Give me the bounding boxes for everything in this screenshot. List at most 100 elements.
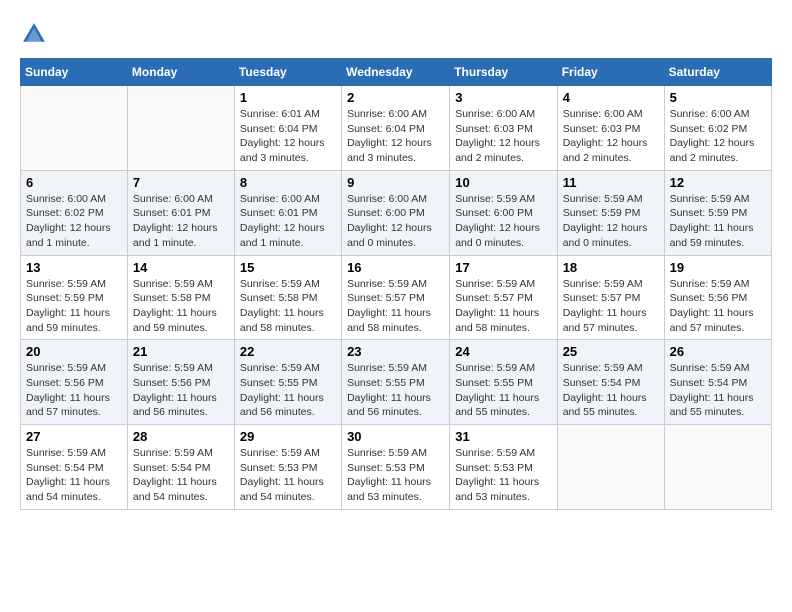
calendar-cell [557,425,664,510]
day-info: Sunrise: 5:59 AM Sunset: 6:00 PM Dayligh… [455,192,551,251]
calendar-cell: 31Sunrise: 5:59 AM Sunset: 5:53 PM Dayli… [450,425,557,510]
day-number: 27 [26,429,122,444]
day-number: 23 [347,344,444,359]
day-info: Sunrise: 6:00 AM Sunset: 6:01 PM Dayligh… [240,192,336,251]
calendar-cell: 23 Sunrise: 5:59 AM Sunset: 5:55 PM Dayli… [342,340,450,425]
day-info: Sunrise: 5:59 AM Sunset: 5:55 PM Dayligh… [240,361,336,420]
day-info: Sunrise: 5:59 AM Sunset: 5:59 PM Dayligh… [26,277,122,336]
calendar-cell: 17Sunrise: 5:59 AM Sunset: 5:57 PM Dayli… [450,255,557,340]
day-number: 22 [240,344,336,359]
day-number: 9 [347,175,444,190]
day-info: Sunrise: 5:59 AM Sunset: 5:55 PM Dayligh… [347,361,444,420]
calendar-cell: 26 Sunrise: 5:59 AM Sunset: 5:54 PM Dayli… [664,340,771,425]
day-number: 28 [133,429,229,444]
day-info: Sunrise: 6:00 AM Sunset: 6:02 PM Dayligh… [26,192,122,251]
day-number: 8 [240,175,336,190]
calendar-header: SundayMondayTuesdayWednesdayThursdayFrid… [21,59,772,86]
calendar-cell: 18 Sunrise: 5:59 AM Sunset: 5:57 PM Dayli… [557,255,664,340]
calendar-cell: 14Sunrise: 5:59 AM Sunset: 5:58 PM Dayli… [127,255,234,340]
calendar-cell: 7 Sunrise: 6:00 AM Sunset: 6:01 PM Daylig… [127,170,234,255]
calendar-cell: 20 Sunrise: 5:59 AM Sunset: 5:56 PM Dayli… [21,340,128,425]
day-info: Sunrise: 5:59 AM Sunset: 5:55 PM Dayligh… [455,361,551,420]
day-info: Sunrise: 5:59 AM Sunset: 5:57 PM Dayligh… [347,277,444,336]
day-info: Sunrise: 6:00 AM Sunset: 6:04 PM Dayligh… [347,107,444,166]
calendar-week-row: 6 Sunrise: 6:00 AM Sunset: 6:02 PM Daylig… [21,170,772,255]
calendar-cell: 11 Sunrise: 5:59 AM Sunset: 5:59 PM Dayli… [557,170,664,255]
day-info: Sunrise: 6:01 AM Sunset: 6:04 PM Dayligh… [240,107,336,166]
header-row: SundayMondayTuesdayWednesdayThursdayFrid… [21,59,772,86]
calendar-week-row: 1 Sunrise: 6:01 AM Sunset: 6:04 PM Daylig… [21,86,772,171]
calendar-cell: 15 Sunrise: 5:59 AM Sunset: 5:58 PM Dayli… [234,255,341,340]
calendar-table: SundayMondayTuesdayWednesdayThursdayFrid… [20,58,772,510]
day-number: 5 [670,90,766,105]
day-info: Sunrise: 5:59 AM Sunset: 5:58 PM Dayligh… [240,277,336,336]
calendar-cell: 21Sunrise: 5:59 AM Sunset: 5:56 PM Dayli… [127,340,234,425]
day-number: 10 [455,175,551,190]
day-number: 7 [133,175,229,190]
calendar-cell: 30 Sunrise: 5:59 AM Sunset: 5:53 PM Dayli… [342,425,450,510]
day-number: 21 [133,344,229,359]
day-info: Sunrise: 6:00 AM Sunset: 6:01 PM Dayligh… [133,192,229,251]
calendar-cell: 5 Sunrise: 6:00 AM Sunset: 6:02 PM Daylig… [664,86,771,171]
day-info: Sunrise: 5:59 AM Sunset: 5:59 PM Dayligh… [563,192,659,251]
calendar-cell: 1 Sunrise: 6:01 AM Sunset: 6:04 PM Daylig… [234,86,341,171]
calendar-cell: 16 Sunrise: 5:59 AM Sunset: 5:57 PM Dayli… [342,255,450,340]
calendar-body: 1 Sunrise: 6:01 AM Sunset: 6:04 PM Daylig… [21,86,772,510]
calendar-cell: 22 Sunrise: 5:59 AM Sunset: 5:55 PM Dayli… [234,340,341,425]
calendar-cell: 6 Sunrise: 6:00 AM Sunset: 6:02 PM Daylig… [21,170,128,255]
calendar-cell: 4 Sunrise: 6:00 AM Sunset: 6:03 PM Daylig… [557,86,664,171]
day-number: 13 [26,260,122,275]
weekday-header: Wednesday [342,59,450,86]
calendar-cell [21,86,128,171]
calendar-week-row: 13 Sunrise: 5:59 AM Sunset: 5:59 PM Dayli… [21,255,772,340]
day-info: Sunrise: 5:59 AM Sunset: 5:56 PM Dayligh… [26,361,122,420]
calendar-week-row: 20 Sunrise: 5:59 AM Sunset: 5:56 PM Dayli… [21,340,772,425]
calendar-cell: 25Sunrise: 5:59 AM Sunset: 5:54 PM Dayli… [557,340,664,425]
day-info: Sunrise: 5:59 AM Sunset: 5:54 PM Dayligh… [26,446,122,505]
calendar-cell: 13 Sunrise: 5:59 AM Sunset: 5:59 PM Dayli… [21,255,128,340]
calendar-cell [127,86,234,171]
weekday-header: Saturday [664,59,771,86]
day-info: Sunrise: 5:59 AM Sunset: 5:53 PM Dayligh… [347,446,444,505]
calendar-cell: 10 Sunrise: 5:59 AM Sunset: 6:00 PM Dayli… [450,170,557,255]
day-number: 18 [563,260,659,275]
day-number: 11 [563,175,659,190]
weekday-header: Friday [557,59,664,86]
day-info: Sunrise: 6:00 AM Sunset: 6:03 PM Dayligh… [563,107,659,166]
calendar-cell: 9 Sunrise: 6:00 AM Sunset: 6:00 PM Daylig… [342,170,450,255]
weekday-header: Monday [127,59,234,86]
day-number: 2 [347,90,444,105]
day-info: Sunrise: 5:59 AM Sunset: 5:59 PM Dayligh… [670,192,766,251]
day-number: 4 [563,90,659,105]
day-number: 15 [240,260,336,275]
day-number: 1 [240,90,336,105]
page-header [20,20,772,48]
day-number: 3 [455,90,551,105]
day-number: 14 [133,260,229,275]
day-info: Sunrise: 6:00 AM Sunset: 6:03 PM Dayligh… [455,107,551,166]
day-number: 20 [26,344,122,359]
calendar-cell: 29Sunrise: 5:59 AM Sunset: 5:53 PM Dayli… [234,425,341,510]
day-number: 30 [347,429,444,444]
day-number: 12 [670,175,766,190]
day-number: 24 [455,344,551,359]
day-info: Sunrise: 5:59 AM Sunset: 5:57 PM Dayligh… [563,277,659,336]
day-number: 26 [670,344,766,359]
calendar-cell: 3 Sunrise: 6:00 AM Sunset: 6:03 PM Daylig… [450,86,557,171]
day-info: Sunrise: 5:59 AM Sunset: 5:54 PM Dayligh… [133,446,229,505]
day-info: Sunrise: 5:59 AM Sunset: 5:54 PM Dayligh… [563,361,659,420]
weekday-header: Thursday [450,59,557,86]
day-info: Sunrise: 6:00 AM Sunset: 6:02 PM Dayligh… [670,107,766,166]
calendar-cell: 27 Sunrise: 5:59 AM Sunset: 5:54 PM Dayli… [21,425,128,510]
weekday-header: Tuesday [234,59,341,86]
day-info: Sunrise: 5:59 AM Sunset: 5:54 PM Dayligh… [670,361,766,420]
day-number: 16 [347,260,444,275]
day-info: Sunrise: 6:00 AM Sunset: 6:00 PM Dayligh… [347,192,444,251]
day-info: Sunrise: 5:59 AM Sunset: 5:56 PM Dayligh… [670,277,766,336]
calendar-cell: 28 Sunrise: 5:59 AM Sunset: 5:54 PM Dayli… [127,425,234,510]
calendar-cell: 2 Sunrise: 6:00 AM Sunset: 6:04 PM Daylig… [342,86,450,171]
day-number: 6 [26,175,122,190]
day-info: Sunrise: 5:59 AM Sunset: 5:53 PM Dayligh… [240,446,336,505]
day-number: 19 [670,260,766,275]
day-number: 31 [455,429,551,444]
